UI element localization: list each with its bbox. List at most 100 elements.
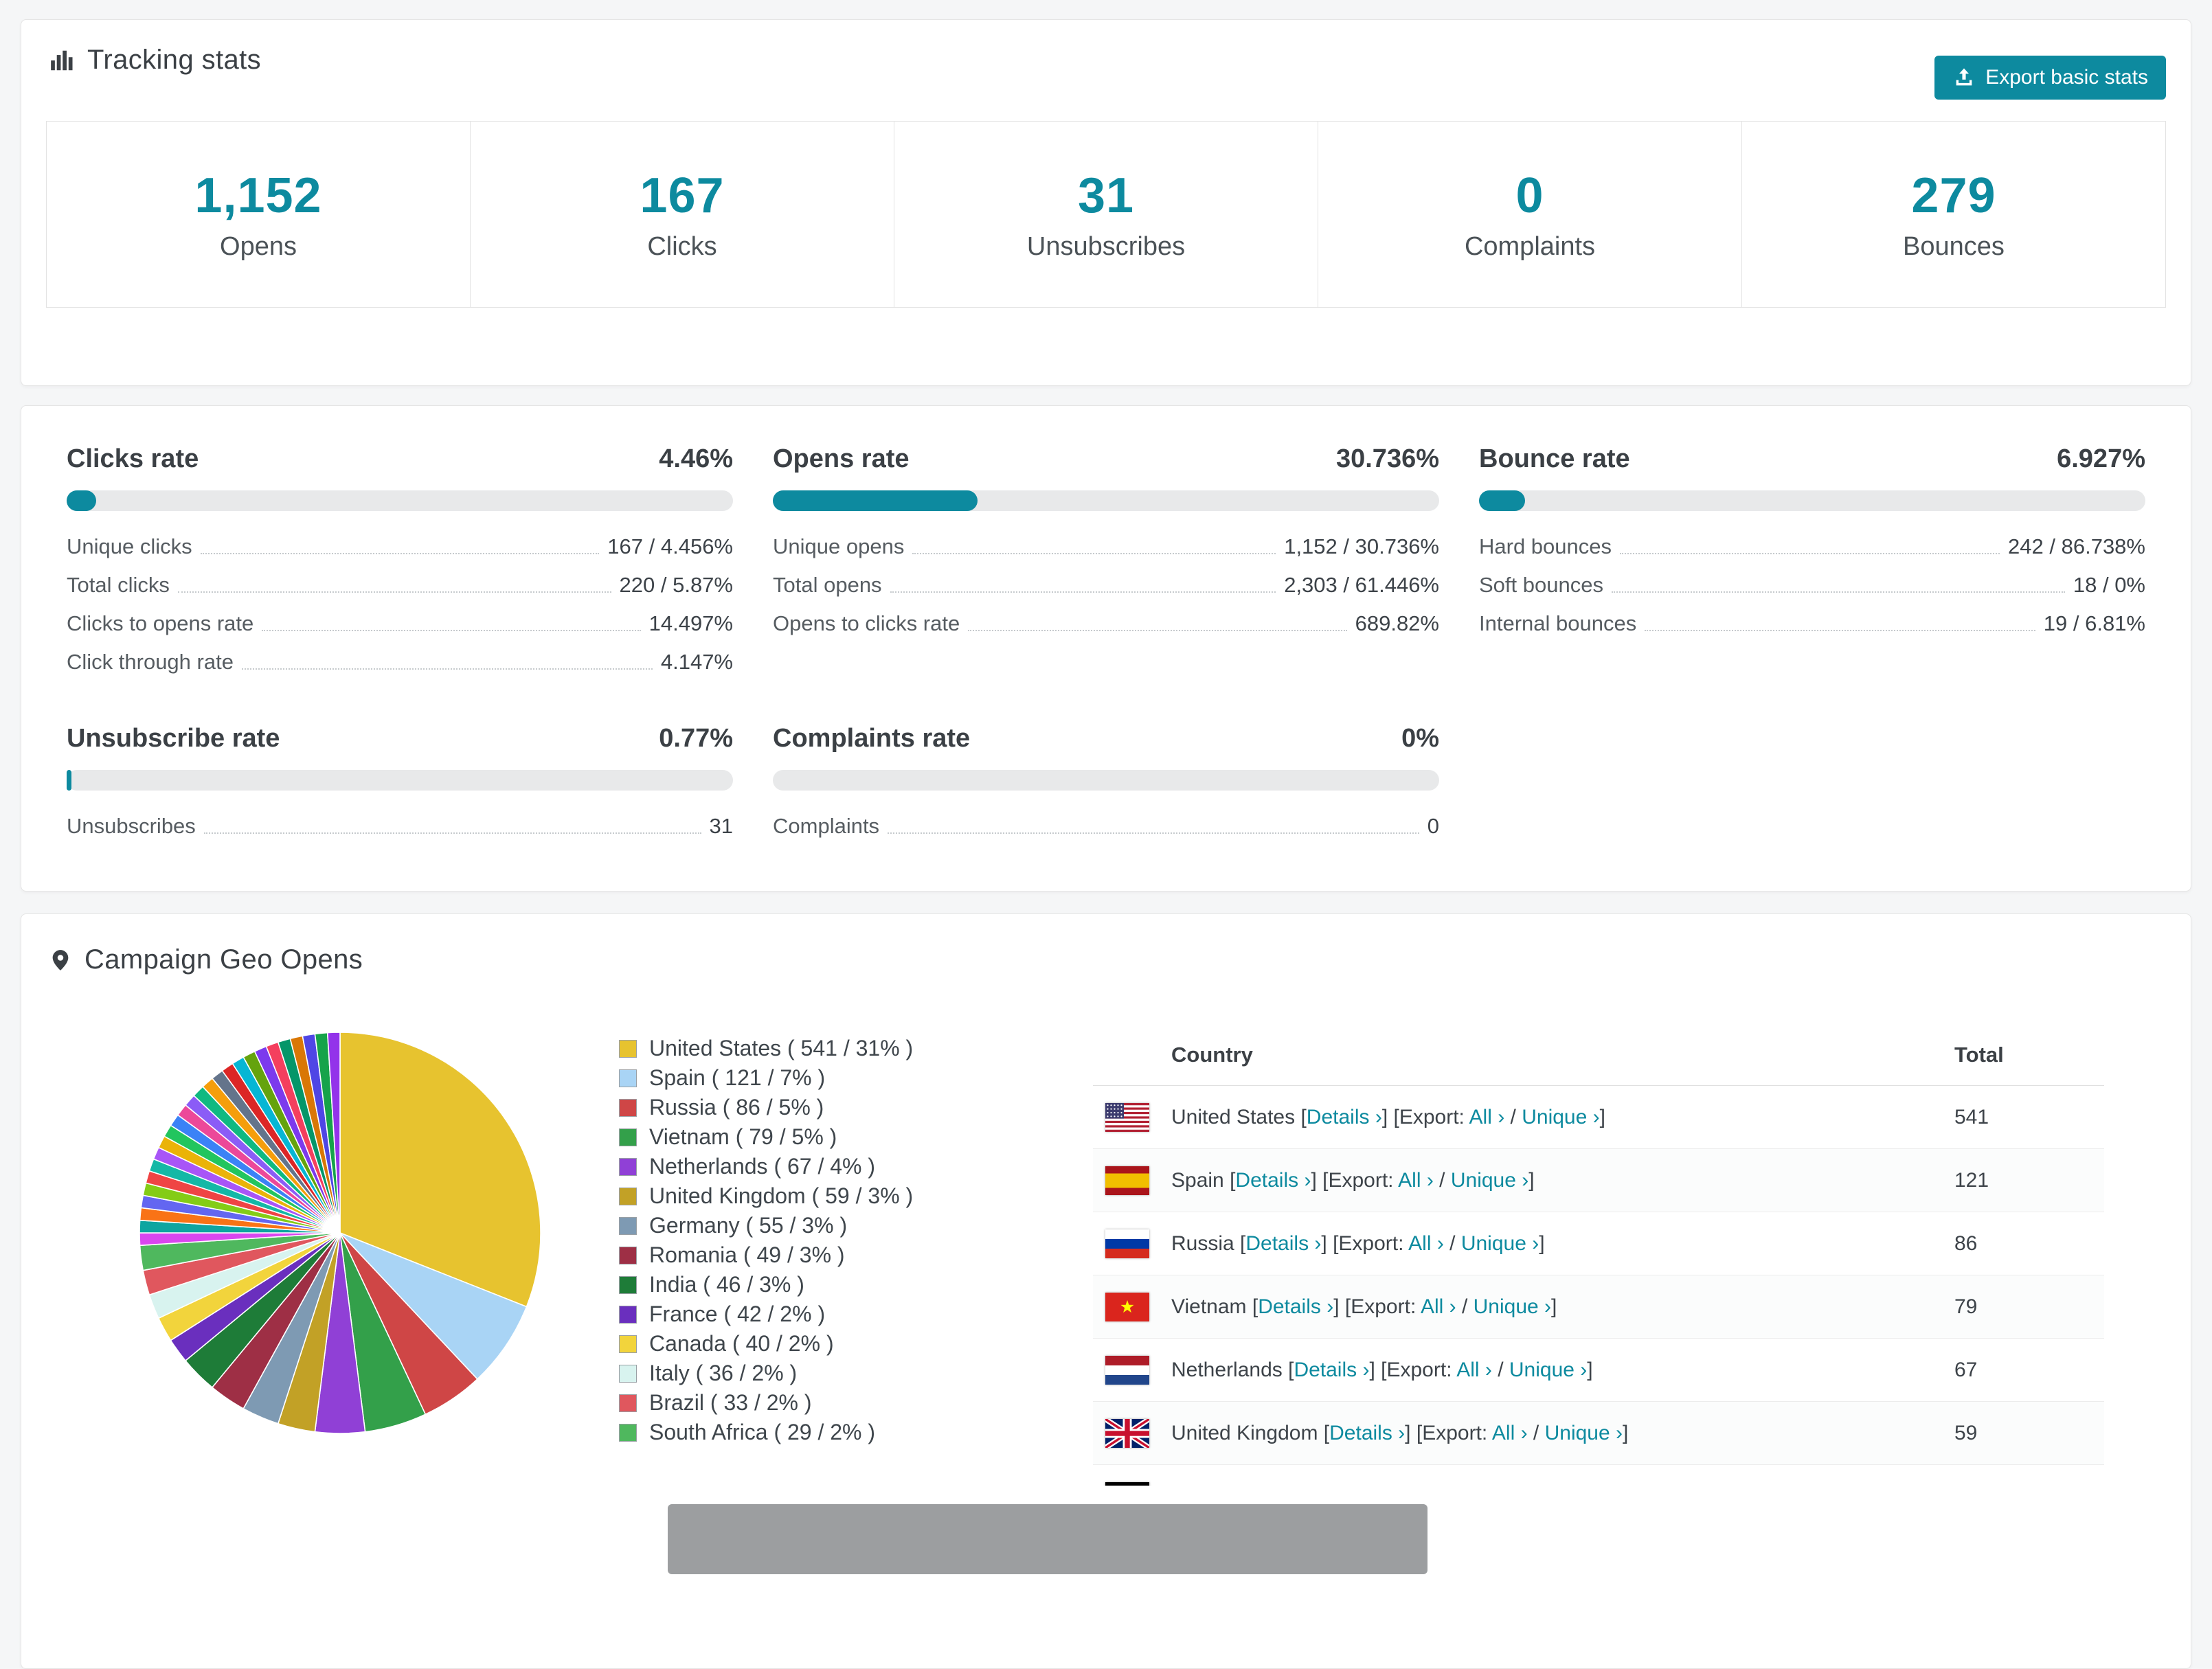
details-link[interactable]: Details › bbox=[1267, 1485, 1343, 1486]
legend-label: United States ( 541 / 31% ) bbox=[649, 1036, 914, 1060]
ru-flag-icon bbox=[1105, 1229, 1149, 1258]
dotted-leader bbox=[177, 591, 611, 593]
legend-item: United Kingdom ( 59 / 3% ) bbox=[619, 1181, 913, 1211]
legend-label: Vietnam ( 79 / 5% ) bbox=[649, 1124, 837, 1149]
details-link[interactable]: Details › bbox=[1235, 1169, 1311, 1192]
country-name: Vietnam bbox=[1171, 1295, 1247, 1318]
legend-swatch bbox=[619, 1335, 637, 1353]
dotted-leader bbox=[1611, 591, 2065, 593]
metric-label: Internal bounces bbox=[1479, 611, 1637, 635]
details-link[interactable]: Details › bbox=[1245, 1232, 1321, 1255]
export-unique-link[interactable]: Unique › bbox=[1509, 1359, 1587, 1381]
legend-label: Germany ( 55 / 3% ) bbox=[649, 1213, 848, 1238]
slash-separator: / bbox=[1433, 1168, 1451, 1192]
export-prefix: Export: bbox=[1399, 1105, 1469, 1128]
mid-brackets: ] [ bbox=[1333, 1295, 1351, 1318]
export-unique-link[interactable]: Unique › bbox=[1474, 1295, 1551, 1318]
dotted-leader bbox=[912, 553, 1276, 554]
stat-value: 0 bbox=[1515, 168, 1544, 223]
geo-table-header: Country Total bbox=[1093, 1024, 2104, 1086]
legend-swatch bbox=[619, 1187, 637, 1205]
legend-item: Russia ( 86 / 5% ) bbox=[619, 1093, 913, 1122]
export-all-link[interactable]: All › bbox=[1398, 1169, 1434, 1192]
slash-separator: / bbox=[1456, 1295, 1474, 1318]
legend-item: Spain ( 121 / 7% ) bbox=[619, 1063, 913, 1093]
country-name: Netherlands bbox=[1171, 1358, 1283, 1381]
vn-flag-icon bbox=[1105, 1292, 1149, 1321]
metric-label: Click through rate bbox=[67, 650, 234, 674]
geo-panel-head: Campaign Geo Opens bbox=[21, 914, 2191, 975]
stat-card: 1,152 Opens bbox=[47, 122, 470, 307]
legend-swatch bbox=[619, 1039, 637, 1058]
export-icon bbox=[1952, 66, 1976, 89]
metric-row: Unsubscribes 31 bbox=[67, 806, 733, 844]
export-unique-link[interactable]: Unique › bbox=[1451, 1169, 1528, 1192]
rate-title: Complaints rate bbox=[773, 724, 971, 753]
es-flag-icon bbox=[1105, 1166, 1149, 1195]
export-all-link[interactable]: All › bbox=[1430, 1485, 1466, 1486]
rate-progress-bar bbox=[773, 770, 1439, 791]
metric-label: Unique clicks bbox=[67, 534, 192, 558]
stat-card: 279 Bounces bbox=[1741, 122, 2165, 307]
export-all-link[interactable]: All › bbox=[1492, 1422, 1528, 1444]
rate-rows: Unique clicks 167 / 4.456% Total clicks … bbox=[67, 526, 733, 680]
legend-swatch bbox=[619, 1069, 637, 1087]
tracking-panel-head: Tracking stats bbox=[21, 20, 2191, 76]
details-link[interactable]: Details › bbox=[1294, 1359, 1369, 1381]
metric-label: Complaints bbox=[773, 814, 880, 838]
mid-brackets: ] [ bbox=[1405, 1421, 1423, 1444]
export-all-link[interactable]: All › bbox=[1421, 1295, 1456, 1318]
export-all-link[interactable]: All › bbox=[1469, 1106, 1505, 1128]
stats-row: 1,152 Opens 167 Clicks 31 Unsubscribes 0… bbox=[46, 121, 2166, 308]
legend-item: Romania ( 49 / 3% ) bbox=[619, 1240, 913, 1270]
rate-percent: 30.736% bbox=[1335, 444, 1439, 473]
rate-block: Complaints rate 0% Complaints 0 bbox=[773, 724, 1439, 844]
details-link[interactable]: Details › bbox=[1307, 1106, 1382, 1128]
export-unique-link[interactable]: Unique › bbox=[1461, 1232, 1539, 1255]
legend-label: Russia ( 86 / 5% ) bbox=[649, 1095, 824, 1120]
legend-label: Canada ( 40 / 2% ) bbox=[649, 1331, 834, 1356]
country-cell: Vietnam [Details ›] [Export: All › / Uni… bbox=[1171, 1295, 1954, 1319]
legend-label: India ( 46 / 3% ) bbox=[649, 1272, 804, 1297]
metric-value: 167 / 4.456% bbox=[607, 534, 733, 558]
metric-row: Hard bounces 242 / 86.738% bbox=[1479, 526, 2145, 565]
rate-title: Clicks rate bbox=[67, 444, 199, 473]
mid-brackets: ] [ bbox=[1369, 1358, 1387, 1381]
country-name: United Kingdom bbox=[1171, 1421, 1318, 1444]
country-header: Country bbox=[1171, 1042, 1253, 1067]
details-link[interactable]: Details › bbox=[1258, 1295, 1333, 1318]
rate-progress-bar bbox=[773, 490, 1439, 511]
row-total: 541 bbox=[1954, 1105, 1989, 1128]
country-name: Russia bbox=[1171, 1231, 1234, 1255]
details-link[interactable]: Details › bbox=[1329, 1422, 1405, 1444]
stat-label: Bounces bbox=[1903, 231, 2005, 261]
rate-percent: 6.927% bbox=[2057, 444, 2145, 473]
metric-value: 242 / 86.738% bbox=[2008, 534, 2145, 558]
country-name: Spain bbox=[1171, 1168, 1224, 1192]
dotted-leader bbox=[888, 832, 1419, 834]
table-row: United Kingdom [Details ›] [Export: All … bbox=[1093, 1402, 2104, 1465]
export-all-link[interactable]: All › bbox=[1408, 1232, 1444, 1255]
bar-chart-icon bbox=[49, 47, 75, 73]
mid-brackets: ] [ bbox=[1381, 1105, 1399, 1128]
stat-label: Clicks bbox=[647, 231, 717, 261]
legend-swatch bbox=[619, 1216, 637, 1235]
legend-label: United Kingdom ( 59 / 3% ) bbox=[649, 1183, 914, 1208]
legend-item: Netherlands ( 67 / 4% ) bbox=[619, 1152, 913, 1181]
close-bracket: ] bbox=[1599, 1105, 1605, 1128]
nl-flag-icon bbox=[1105, 1355, 1149, 1385]
stat-label: Opens bbox=[220, 231, 297, 261]
export-all-link[interactable]: All › bbox=[1456, 1359, 1492, 1381]
stat-value: 167 bbox=[640, 168, 725, 223]
legend-label: Italy ( 36 / 2% ) bbox=[649, 1361, 798, 1385]
rate-head: Unsubscribe rate 0.77% bbox=[67, 724, 733, 753]
export-unique-link[interactable]: Unique › bbox=[1522, 1106, 1599, 1128]
export-unique-link[interactable]: Unique › bbox=[1483, 1485, 1561, 1486]
export-basic-stats-button[interactable]: Export basic stats bbox=[1934, 56, 2166, 100]
row-total: 55 bbox=[1954, 1485, 2092, 1486]
dotted-leader bbox=[890, 591, 1276, 593]
legend-swatch bbox=[619, 1157, 637, 1176]
dotted-leader bbox=[1620, 553, 2000, 554]
export-unique-link[interactable]: Unique › bbox=[1545, 1422, 1623, 1444]
metric-row: Total opens 2,303 / 61.446% bbox=[773, 565, 1439, 603]
